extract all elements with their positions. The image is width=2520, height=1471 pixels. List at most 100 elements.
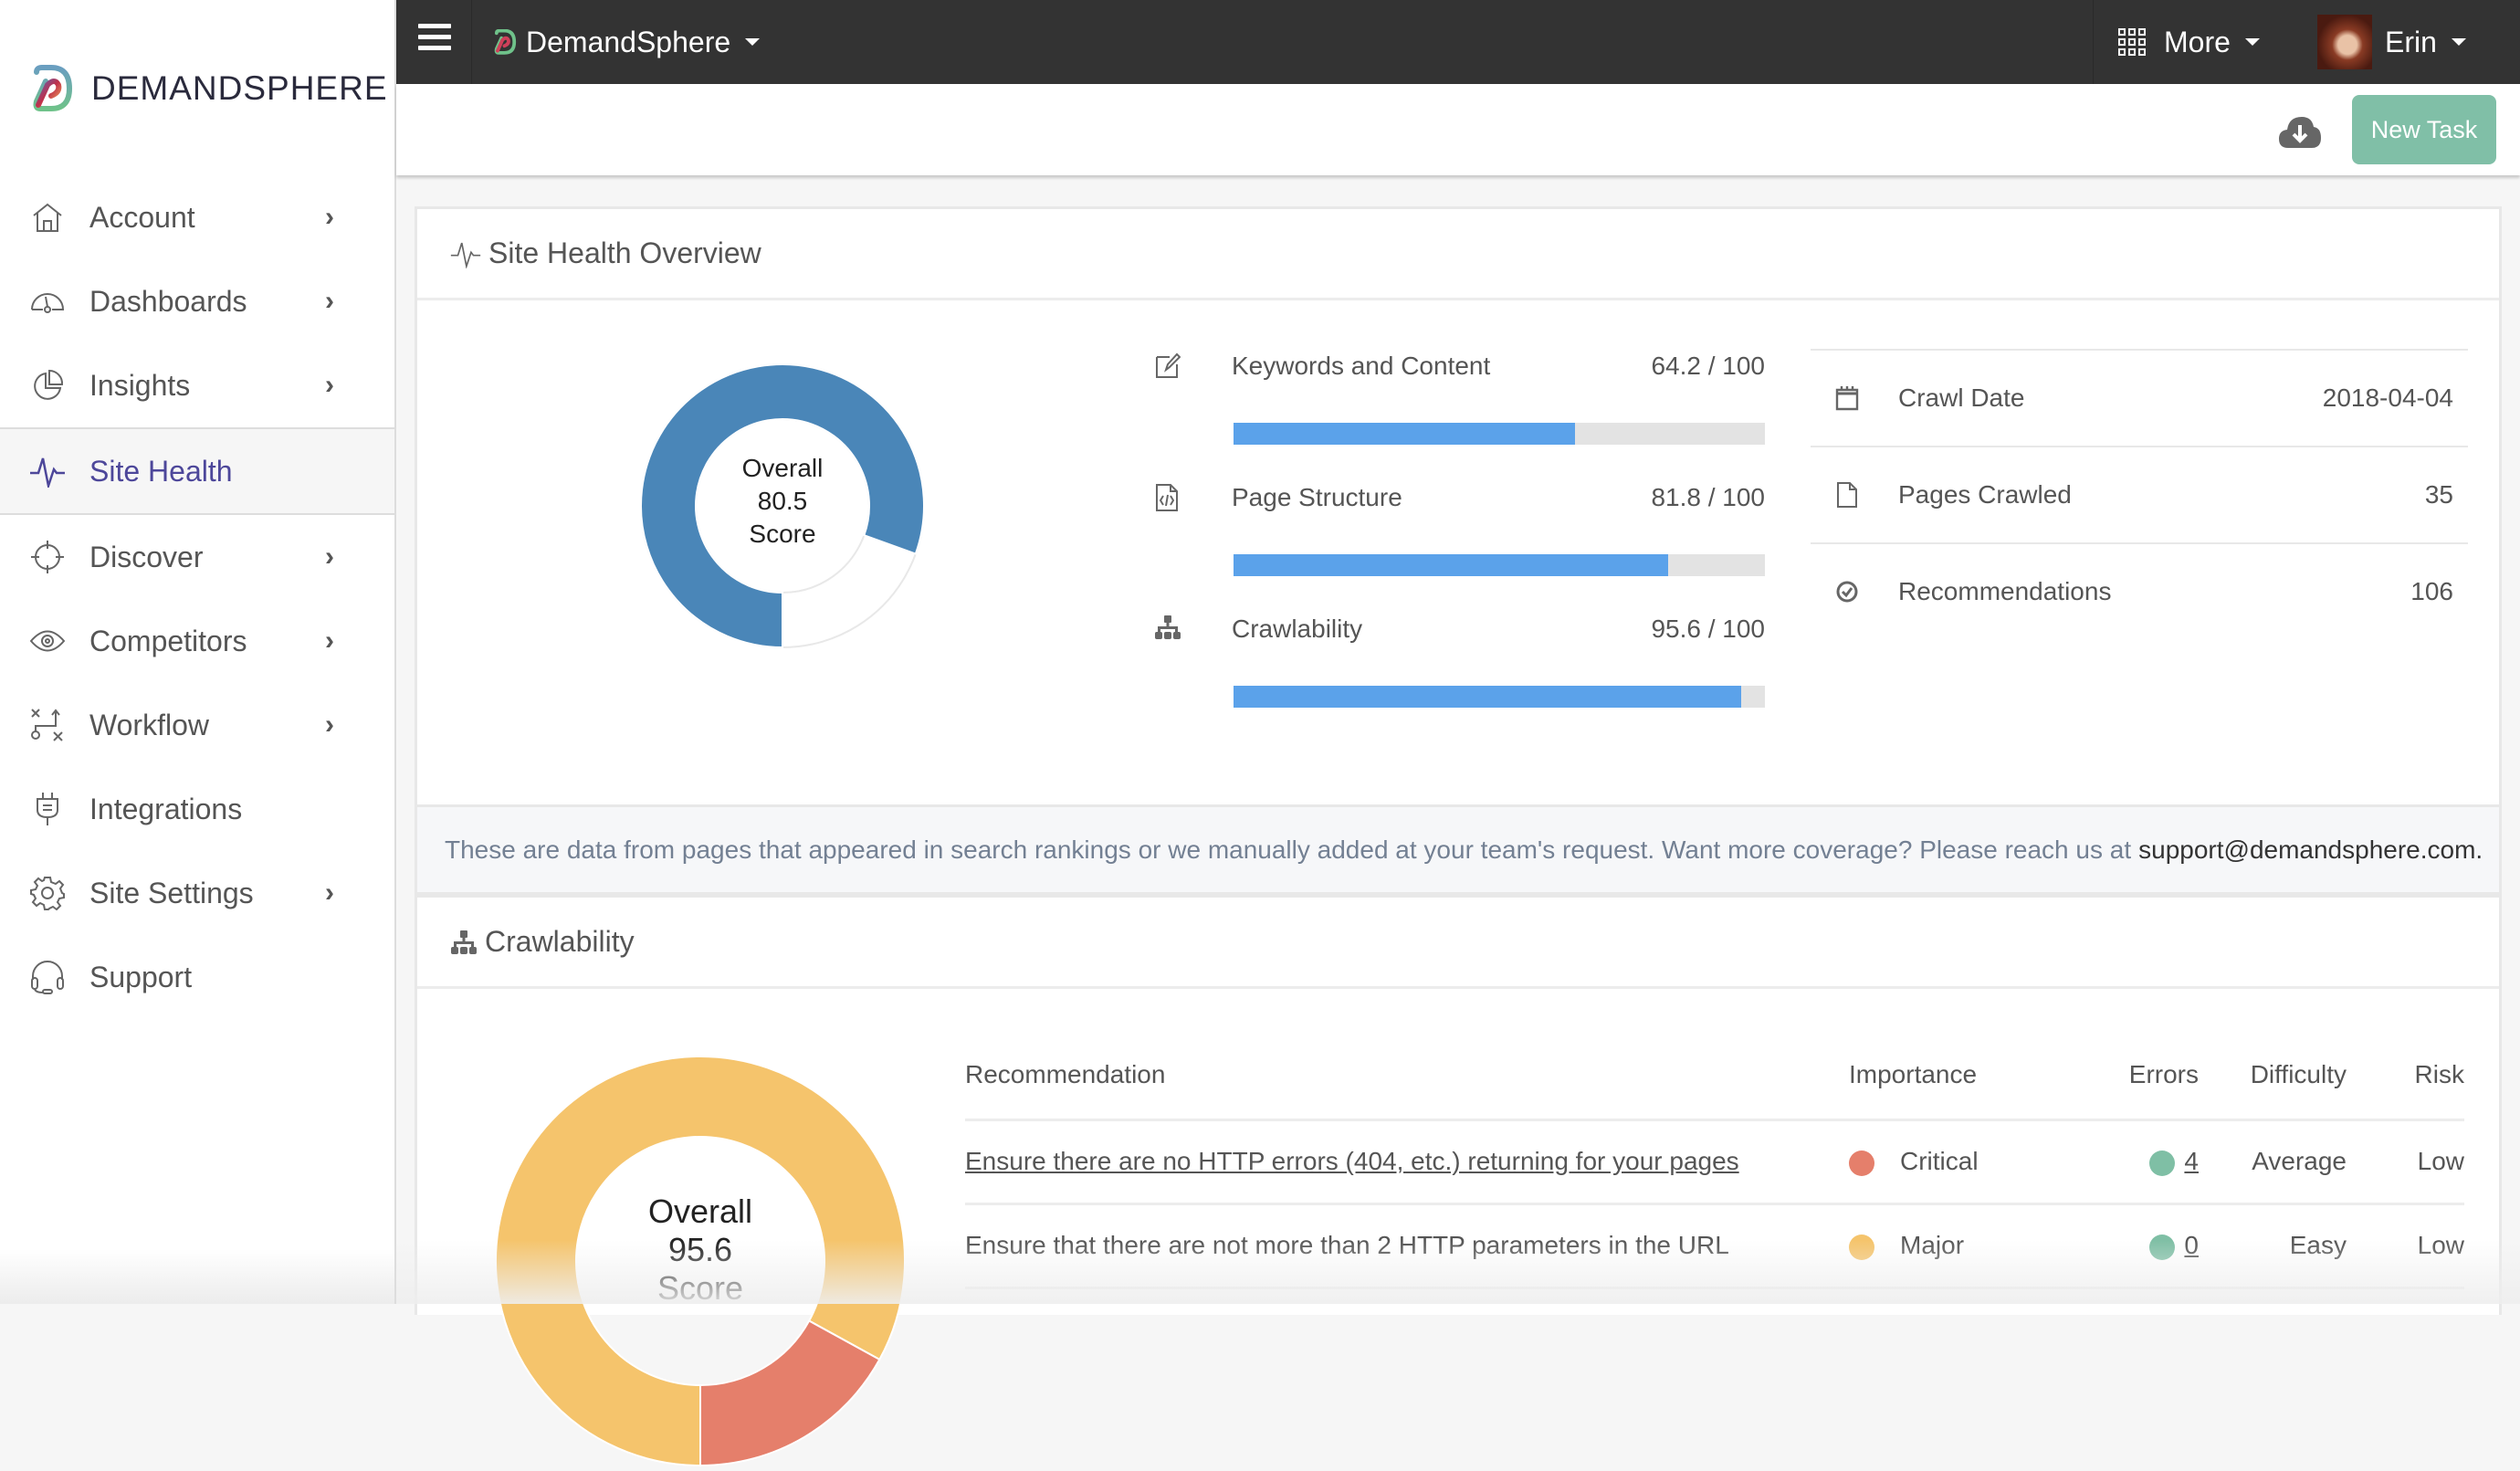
eye-icon bbox=[29, 623, 66, 659]
edit-icon bbox=[1155, 352, 1182, 381]
coverage-info-text: These are data from pages that appeared … bbox=[445, 835, 2131, 865]
metric-value: 64.2 / 100 bbox=[1651, 352, 1765, 381]
code-file-icon bbox=[1155, 483, 1182, 512]
score-value: 95.6 bbox=[609, 1231, 792, 1269]
metric-progress-fill bbox=[1234, 423, 1575, 445]
risk-value: Low bbox=[2347, 1203, 2464, 1287]
site-switcher-dropdown[interactable]: DemandSphere bbox=[493, 0, 760, 84]
score-caption-top: Overall bbox=[609, 1193, 792, 1231]
stat-label: Recommendations bbox=[1898, 577, 2111, 606]
sidebar-item-label: Dashboards bbox=[89, 285, 247, 319]
chevron-right-icon: › bbox=[325, 541, 334, 573]
importance-label: Major bbox=[1900, 1231, 1964, 1259]
user-menu-dropdown[interactable]: Erin bbox=[2317, 0, 2466, 84]
chevron-right-icon: › bbox=[325, 709, 334, 741]
strategy-icon bbox=[29, 707, 66, 743]
metric-progress-fill bbox=[1234, 686, 1741, 708]
navbar-divider bbox=[471, 0, 472, 84]
metric-value: 95.6 / 100 bbox=[1651, 615, 1765, 644]
chevron-right-icon: › bbox=[325, 202, 334, 233]
table-row: Ensure that there are not more than 2 HT… bbox=[965, 1203, 2464, 1287]
sidebar-item-label: Insights bbox=[89, 369, 190, 403]
crawlability-score-label: Overall 95.6 Score bbox=[609, 1193, 792, 1308]
avatar bbox=[2317, 15, 2372, 69]
file-icon bbox=[1834, 480, 1860, 510]
errors-count-link[interactable]: 4 bbox=[2184, 1147, 2199, 1175]
new-task-button[interactable]: New Task bbox=[2352, 95, 2496, 164]
column-header-errors[interactable]: Errors bbox=[2077, 1032, 2210, 1119]
calendar-icon bbox=[1834, 384, 1860, 413]
sidebar: DEMANDSPHERE Account › Dashboards › Insi… bbox=[0, 0, 396, 1304]
support-email-link[interactable]: support@demandsphere.com. bbox=[2138, 835, 2483, 865]
sidebar-item-insights[interactable]: Insights › bbox=[0, 343, 394, 427]
recommendation-link[interactable]: Ensure there are no HTTP errors (404, et… bbox=[965, 1147, 1739, 1175]
importance-dot bbox=[1849, 1235, 1874, 1260]
risk-value: Low bbox=[2347, 1119, 2464, 1203]
metric-name: Keywords and Content bbox=[1232, 352, 1490, 381]
errors-count-link[interactable]: 0 bbox=[2184, 1231, 2199, 1259]
brand-logo[interactable]: DEMANDSPHERE bbox=[31, 64, 388, 113]
caret-down-icon bbox=[2452, 38, 2466, 46]
crosshair-icon bbox=[29, 539, 66, 575]
pulse-icon bbox=[29, 453, 66, 489]
score-value: 80.5 bbox=[691, 485, 874, 518]
cloud-download-icon bbox=[2277, 113, 2323, 150]
pie-chart-icon bbox=[29, 367, 66, 404]
cloud-download-button[interactable] bbox=[2277, 113, 2323, 150]
chevron-right-icon: › bbox=[325, 877, 334, 909]
check-circle-icon bbox=[1834, 577, 1860, 606]
sidebar-item-label: Workflow bbox=[89, 709, 209, 742]
sidebar-item-site-health[interactable]: Site Health bbox=[0, 427, 394, 515]
importance-label: Critical bbox=[1900, 1147, 1979, 1175]
stat-value: 2018-04-04 bbox=[2323, 384, 2453, 413]
metric-progress-bar bbox=[1234, 686, 1765, 708]
sidebar-item-integrations[interactable]: Integrations bbox=[0, 767, 394, 851]
errors-status-dot bbox=[2149, 1151, 2175, 1176]
hamburger-menu-icon[interactable] bbox=[418, 24, 451, 60]
sidebar-item-label: Competitors bbox=[89, 625, 247, 658]
sidebar-item-workflow[interactable]: Workflow › bbox=[0, 683, 394, 767]
caret-down-icon bbox=[745, 38, 760, 46]
score-caption-top: Overall bbox=[691, 452, 874, 485]
chevron-right-icon: › bbox=[325, 370, 334, 401]
plug-icon bbox=[29, 791, 66, 827]
recommendation-text: Ensure that there are not more than 2 HT… bbox=[965, 1231, 1729, 1259]
column-header-risk[interactable]: Risk bbox=[2347, 1032, 2464, 1119]
demandsphere-logo-icon bbox=[493, 29, 517, 55]
metric-progress-fill bbox=[1234, 554, 1668, 576]
sidebar-item-dashboards[interactable]: Dashboards › bbox=[0, 259, 394, 343]
sidebar-item-label: Site Settings bbox=[89, 877, 254, 910]
column-header-difficulty[interactable]: Difficulty bbox=[2210, 1032, 2347, 1119]
column-header-importance[interactable]: Importance bbox=[1849, 1032, 2077, 1119]
card-header: Crawlability bbox=[417, 898, 2499, 989]
home-icon bbox=[29, 199, 66, 236]
card-header: Site Health Overview bbox=[417, 209, 2499, 300]
sitemap-icon bbox=[1155, 615, 1182, 644]
column-header-recommendation[interactable]: Recommendation bbox=[965, 1032, 1849, 1119]
caret-down-icon bbox=[2245, 38, 2260, 46]
stat-value: 35 bbox=[2425, 480, 2453, 510]
sidebar-nav: Account › Dashboards › Insights › Site H… bbox=[0, 175, 394, 1019]
metric-value: 81.8 / 100 bbox=[1651, 483, 1765, 512]
table-header-row: Recommendation Importance Errors Difficu… bbox=[965, 1032, 2464, 1119]
more-menu-dropdown[interactable]: More bbox=[2118, 0, 2260, 84]
importance-dot bbox=[1849, 1151, 1874, 1176]
stat-label: Crawl Date bbox=[1898, 384, 2024, 413]
score-caption-bottom: Score bbox=[609, 1269, 792, 1308]
apps-grid-icon bbox=[2118, 28, 2146, 56]
sidebar-item-site-settings[interactable]: Site Settings › bbox=[0, 851, 394, 935]
sidebar-item-label: Site Health bbox=[89, 455, 233, 489]
demandsphere-logo-icon bbox=[31, 65, 73, 112]
sidebar-item-support[interactable]: Support bbox=[0, 935, 394, 1019]
sidebar-item-label: Account bbox=[89, 201, 195, 235]
sidebar-item-label: Integrations bbox=[89, 793, 242, 826]
stat-value: 106 bbox=[2410, 577, 2453, 606]
difficulty-value: Easy bbox=[2210, 1203, 2347, 1287]
sidebar-item-account[interactable]: Account › bbox=[0, 175, 394, 259]
top-navbar: DemandSphere More Erin bbox=[396, 0, 2520, 84]
sidebar-item-competitors[interactable]: Competitors › bbox=[0, 599, 394, 683]
metric-progress-bar bbox=[1234, 423, 1765, 445]
sidebar-item-discover[interactable]: Discover › bbox=[0, 515, 394, 599]
navbar-divider bbox=[2093, 0, 2094, 84]
pulse-icon bbox=[450, 239, 481, 268]
